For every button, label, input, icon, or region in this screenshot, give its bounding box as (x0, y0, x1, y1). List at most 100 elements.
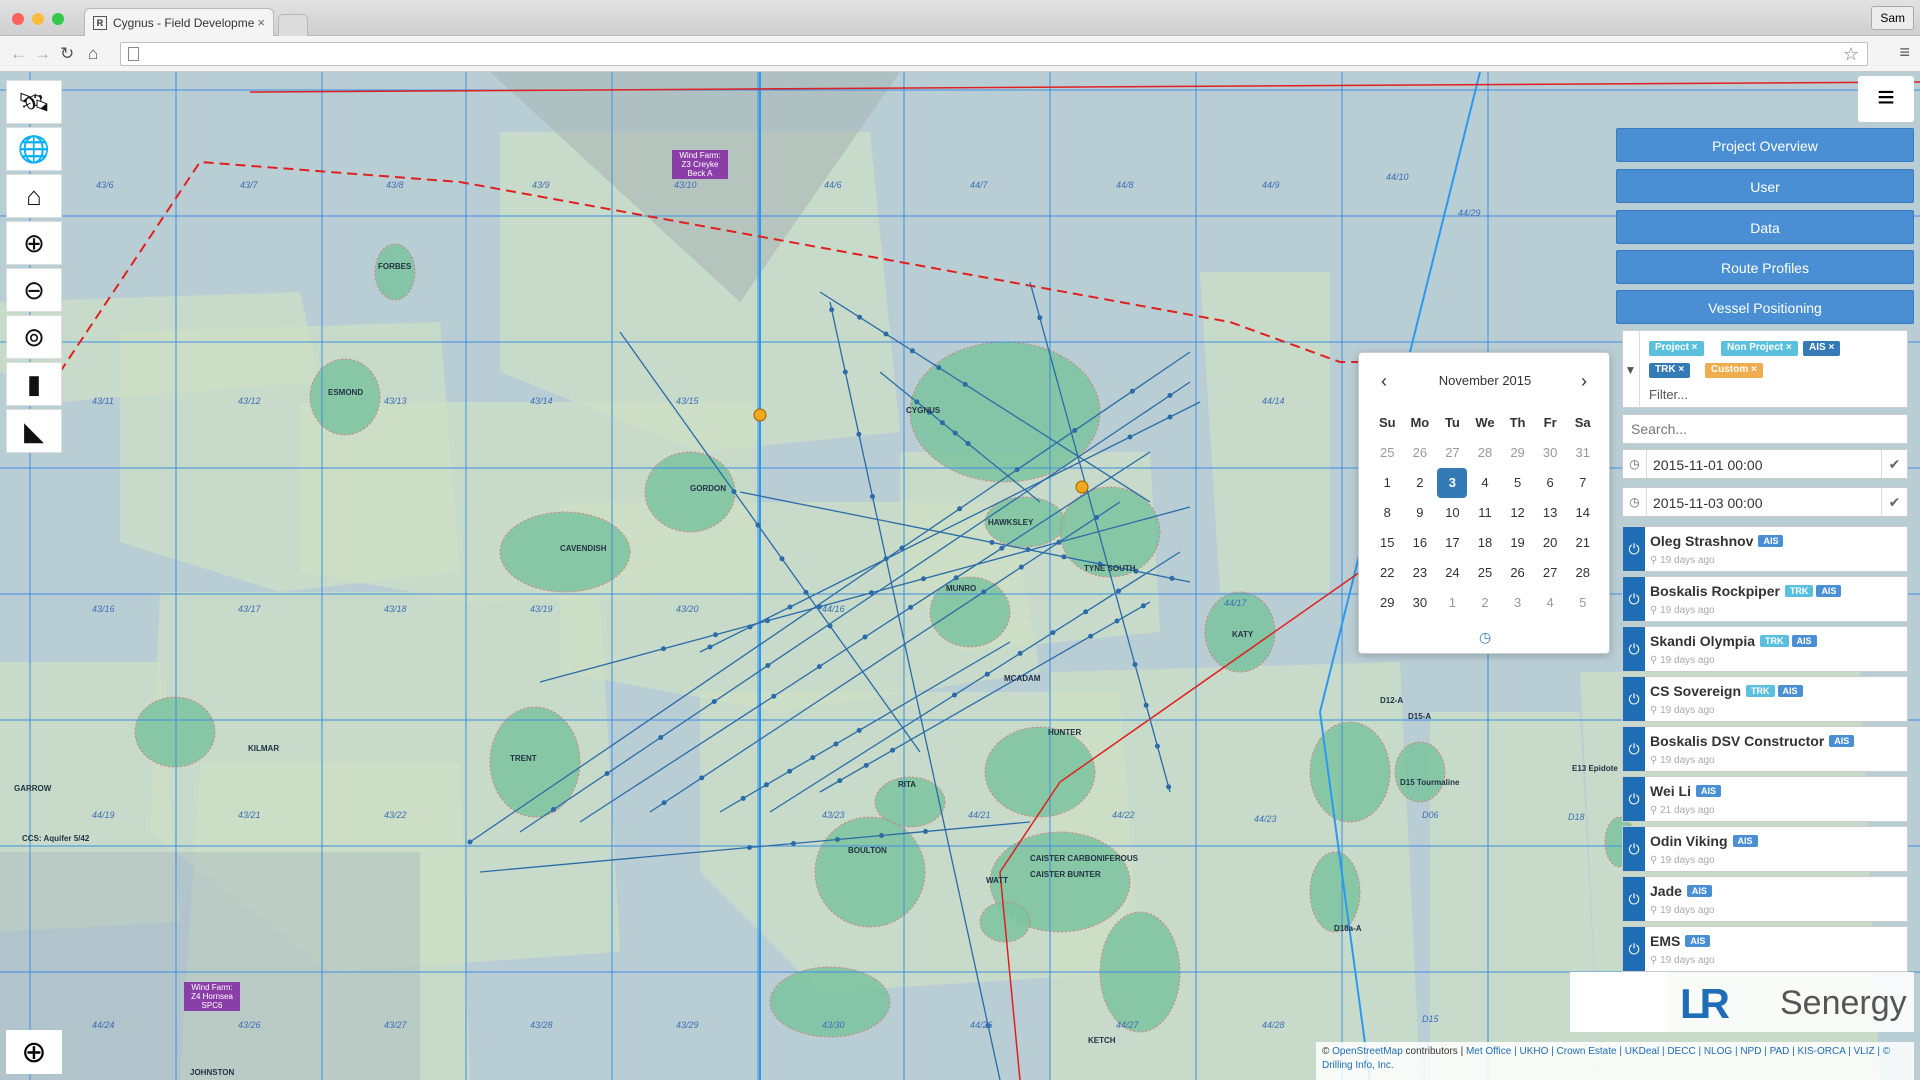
address-bar[interactable]: ☆ (120, 42, 1868, 66)
calendar-month-title[interactable]: November 2015 (1359, 373, 1611, 388)
panel-button-data[interactable]: Data (1616, 210, 1914, 244)
attribution-links[interactable]: Met Office | UKHO | Crown Estate | UKDea… (1466, 1046, 1890, 1057)
calendar-day[interactable]: 29 (1501, 438, 1534, 468)
calendar-day[interactable]: 14 (1566, 498, 1599, 528)
calendar-day[interactable]: 26 (1501, 558, 1534, 588)
calendar-day[interactable]: 5 (1566, 588, 1599, 618)
calendar-day[interactable]: 1 (1436, 588, 1469, 618)
calendar-day[interactable]: 2 (1469, 588, 1502, 618)
calendar-day[interactable]: 1 (1371, 468, 1404, 498)
power-icon[interactable]: ⏻ (1623, 827, 1645, 871)
back-icon[interactable]: ← (10, 44, 27, 64)
calendar-day[interactable]: 10 (1436, 498, 1469, 528)
calendar-day[interactable]: 8 (1371, 498, 1404, 528)
filter-tag[interactable]: AIS × (1803, 341, 1841, 356)
satellite-tool[interactable]: 🛰 (6, 80, 62, 124)
panel-button-project-overview[interactable]: Project Overview (1616, 128, 1914, 162)
calendar-day[interactable]: 2 (1404, 468, 1437, 498)
vessel-item[interactable]: ⏻ EMS AIS ⚲ 19 days ago (1622, 926, 1908, 972)
time-picker-icon[interactable]: ◷ (1479, 629, 1491, 646)
calendar-day[interactable]: 31 (1566, 438, 1599, 468)
hamburger-menu-icon[interactable]: ≡ (1858, 76, 1914, 122)
filter-tag[interactable]: Custom × (1705, 363, 1763, 378)
calendar-day[interactable]: 18 (1469, 528, 1502, 558)
calendar-day[interactable]: 15 (1371, 528, 1404, 558)
calendar-day[interactable]: 12 (1501, 498, 1534, 528)
reload-icon[interactable]: ↻ (60, 44, 74, 64)
calendar-day[interactable]: 25 (1469, 558, 1502, 588)
vessel-item[interactable]: ⏻ Jade AIS ⚲ 19 days ago (1622, 876, 1908, 922)
filter-box[interactable]: ▼ Project × Non Project × AIS × TRK × Custom… (1622, 330, 1908, 409)
calendar-day[interactable]: 25 (1371, 438, 1404, 468)
calendar-day[interactable]: 16 (1404, 528, 1437, 558)
calendar-day[interactable]: 19 (1501, 528, 1534, 558)
calendar-day[interactable]: 5 (1501, 468, 1534, 498)
ruler-tool[interactable]: ▮ (6, 362, 62, 406)
calendar-day[interactable]: 30 (1534, 438, 1567, 468)
power-icon[interactable]: ⏻ (1623, 777, 1645, 821)
power-icon[interactable]: ⏻ (1623, 527, 1645, 571)
vessel-item[interactable]: ⏻ Wei Li AIS ⚲ 21 days ago (1622, 776, 1908, 822)
bookmark-star-icon[interactable]: ☆ (1843, 44, 1859, 65)
date-to-field[interactable]: ◷ 2015-11-03 00:00 ✔ (1622, 487, 1908, 517)
power-icon[interactable]: ⏻ (1623, 877, 1645, 921)
zoom-in-tool[interactable]: ⊕ (6, 221, 62, 265)
vessel-item[interactable]: ⏻ Boskalis DSV Constructor AIS ⚲ 19 days ag… (1622, 726, 1908, 772)
home-icon[interactable]: ⌂ (88, 44, 98, 64)
forward-icon[interactable]: → (34, 44, 51, 64)
calendar-day[interactable]: 20 (1534, 528, 1567, 558)
calendar-day[interactable]: 4 (1534, 588, 1567, 618)
calendar-day[interactable]: 28 (1469, 438, 1502, 468)
close-window-button[interactable] (12, 13, 24, 25)
calendar-day[interactable]: 24 (1436, 558, 1469, 588)
calendar-day[interactable]: 6 (1534, 468, 1567, 498)
zoom-out-tool[interactable]: ⊖ (6, 268, 62, 312)
panel-button-vessel-positioning[interactable]: Vessel Positioning (1616, 290, 1914, 324)
new-tab-button[interactable] (278, 14, 308, 36)
calendar-day[interactable]: 9 (1404, 498, 1437, 528)
vessel-item[interactable]: ⏻ Odin Viking AIS ⚲ 19 days ago (1622, 826, 1908, 872)
vessel-item[interactable]: ⏻ Boskalis Rockpiper TRK AIS ⚲ 19 days ago (1622, 576, 1908, 622)
maximize-window-button[interactable] (52, 13, 64, 25)
panel-button-user[interactable]: User (1616, 169, 1914, 203)
vessel-item[interactable]: ⏻ Oleg Strashnov AIS ⚲ 19 days ago (1622, 526, 1908, 572)
minimize-window-button[interactable] (32, 13, 44, 25)
vessel-item[interactable]: ⏻ CS Sovereign TRK AIS ⚲ 19 days ago (1622, 676, 1908, 722)
calendar-day-selected[interactable]: 3 (1437, 468, 1468, 498)
power-icon[interactable]: ⏻ (1623, 577, 1645, 621)
calendar-day[interactable]: 21 (1566, 528, 1599, 558)
zoom-extent-tool[interactable]: ⊚ (6, 315, 62, 359)
vessel-item[interactable]: ⏻ Skandi Olympia TRK AIS ⚲ 19 days ago (1622, 626, 1908, 672)
calendar-day[interactable]: 23 (1404, 558, 1437, 588)
osm-link[interactable]: OpenStreetMap (1332, 1046, 1403, 1057)
check-icon[interactable]: ✔ (1881, 488, 1907, 516)
calendar-day[interactable]: 27 (1534, 558, 1567, 588)
calendar-day[interactable]: 27 (1436, 438, 1469, 468)
drilling-info-link[interactable]: Drilling Info, Inc. (1322, 1060, 1394, 1071)
filter-input[interactable]: Filter... (1649, 387, 1688, 402)
filter-tag[interactable]: TRK × (1649, 363, 1691, 378)
date-from-field[interactable]: ◷ 2015-11-01 00:00 ✔ (1622, 449, 1908, 479)
browser-menu-icon[interactable]: ≡ (1899, 42, 1910, 63)
search-input[interactable]: Search... (1622, 414, 1908, 444)
calendar-day[interactable]: 3 (1501, 588, 1534, 618)
filter-tag[interactable]: Non Project × (1721, 341, 1798, 356)
calendar-day[interactable]: 4 (1469, 468, 1502, 498)
locate-button[interactable]: ⊕ (6, 1030, 62, 1074)
calendar-day[interactable]: 7 (1566, 468, 1599, 498)
calendar-day[interactable]: 28 (1566, 558, 1599, 588)
filter-tag[interactable]: Project × (1649, 341, 1704, 356)
calendar-day[interactable]: 11 (1469, 498, 1502, 528)
globe-tool[interactable]: 🌐 (6, 127, 62, 171)
calendar-day[interactable]: 29 (1371, 588, 1404, 618)
calendar-day[interactable]: 22 (1371, 558, 1404, 588)
power-icon[interactable]: ⏻ (1623, 677, 1645, 721)
power-icon[interactable]: ⏻ (1623, 727, 1645, 771)
calendar-day[interactable]: 30 (1404, 588, 1437, 618)
browser-tab[interactable]: R Cygnus - Field Developme × (84, 8, 274, 36)
angle-tool[interactable]: ◣ (6, 409, 62, 453)
power-icon[interactable]: ⏻ (1623, 627, 1645, 671)
calendar-day[interactable]: 26 (1404, 438, 1437, 468)
panel-button-route-profiles[interactable]: Route Profiles (1616, 250, 1914, 284)
calendar-day[interactable]: 17 (1436, 528, 1469, 558)
